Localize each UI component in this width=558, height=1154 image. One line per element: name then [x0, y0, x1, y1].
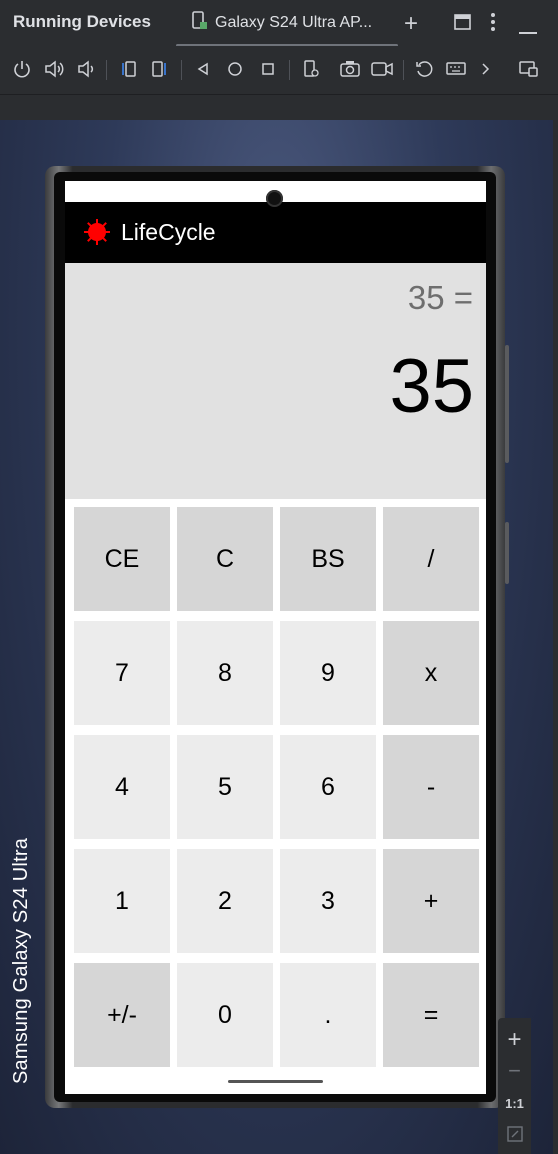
key-nine-button[interactable]: 9	[280, 621, 376, 725]
key-negate-button[interactable]: +/-	[74, 963, 170, 1067]
panel-title: Running Devices	[13, 12, 151, 31]
result-text: 35	[389, 344, 474, 429]
key-multiply-button[interactable]: x	[383, 621, 479, 725]
side-power-button	[505, 522, 509, 584]
zoom-in-button[interactable]: +	[498, 1026, 531, 1054]
key-decimal-button[interactable]: .	[280, 963, 376, 1067]
add-tab-icon[interactable]: +	[404, 12, 418, 36]
tool-window-header: Running Devices Galaxy S24 Ultra AP... +	[0, 0, 558, 47]
key-ce-button[interactable]: CE	[74, 507, 170, 611]
volume-rocker	[505, 345, 509, 463]
key-backspace-button[interactable]: BS	[280, 507, 376, 611]
key-two-button[interactable]: 2	[177, 849, 273, 953]
key-three-button[interactable]: 3	[280, 849, 376, 953]
device-tab-icon	[191, 10, 209, 36]
key-eight-button[interactable]: 8	[177, 621, 273, 725]
zoom-controls: + − 1:1	[498, 1018, 531, 1154]
window-layout-icon[interactable]	[454, 14, 471, 33]
reset-icon[interactable]	[413, 58, 435, 80]
key-zero-button[interactable]: 0	[177, 963, 273, 1067]
device-settings-icon[interactable]	[300, 58, 322, 80]
key-five-button[interactable]: 5	[177, 735, 273, 839]
volume-down-icon[interactable]	[75, 58, 97, 80]
virus-icon	[84, 219, 110, 245]
keyboard-icon[interactable]	[445, 58, 467, 80]
home-icon[interactable]	[224, 58, 246, 80]
power-icon[interactable]	[11, 58, 33, 80]
status-strip	[0, 95, 558, 119]
key-divide-button[interactable]: /	[383, 507, 479, 611]
app-title: LifeCycle	[121, 219, 216, 245]
key-equals-button[interactable]: =	[383, 963, 479, 1067]
device-mirror-icon[interactable]	[518, 58, 540, 80]
key-one-button[interactable]: 1	[74, 849, 170, 953]
more-icon[interactable]	[474, 58, 496, 80]
toolbar-separator	[403, 60, 404, 80]
fit-screen-icon[interactable]	[498, 1126, 531, 1147]
key-seven-button[interactable]: 7	[74, 621, 170, 725]
expression-text: 35 =	[407, 279, 473, 316]
toolbar-separator	[106, 60, 107, 80]
screen-record-icon[interactable]	[371, 58, 393, 80]
back-icon[interactable]	[192, 58, 214, 80]
screenshot-icon[interactable]	[339, 58, 361, 80]
gesture-home-bar[interactable]	[228, 1080, 323, 1083]
device-tab[interactable]: Galaxy S24 Ultra AP...	[191, 10, 372, 36]
rotate-left-icon[interactable]	[117, 58, 139, 80]
options-menu-icon[interactable]	[490, 12, 496, 35]
device-tab-label: Galaxy S24 Ultra AP...	[215, 14, 373, 31]
volume-up-icon[interactable]	[43, 58, 65, 80]
toolbar-separator	[289, 60, 290, 80]
device-model-label: Samsung Galaxy S24 Ultra	[10, 837, 32, 1084]
key-minus-button[interactable]: -	[383, 735, 479, 839]
key-six-button[interactable]: 6	[280, 735, 376, 839]
toolbar-separator	[181, 60, 182, 80]
phone-screen[interactable]: LifeCycle 35 = 35 CE C BS/ 7 8 9 x 4 5 6- 1 2 3 + +/- 0…	[65, 181, 486, 1094]
minimize-icon[interactable]	[519, 20, 537, 38]
overview-icon[interactable]	[257, 58, 279, 80]
rotate-right-icon[interactable]	[149, 58, 171, 80]
key-four-button[interactable]: 4	[74, 735, 170, 839]
device-toolbar	[0, 46, 558, 95]
app-bar: LifeCycle	[65, 202, 486, 263]
key-clear-button[interactable]: C	[177, 507, 273, 611]
actual-size-button[interactable]: 1:1	[498, 1096, 531, 1111]
front-camera	[266, 190, 283, 207]
key-plus-button[interactable]: +	[383, 849, 479, 953]
zoom-out-button[interactable]: −	[498, 1058, 531, 1084]
calculator-display: 35 = 35	[65, 263, 486, 499]
